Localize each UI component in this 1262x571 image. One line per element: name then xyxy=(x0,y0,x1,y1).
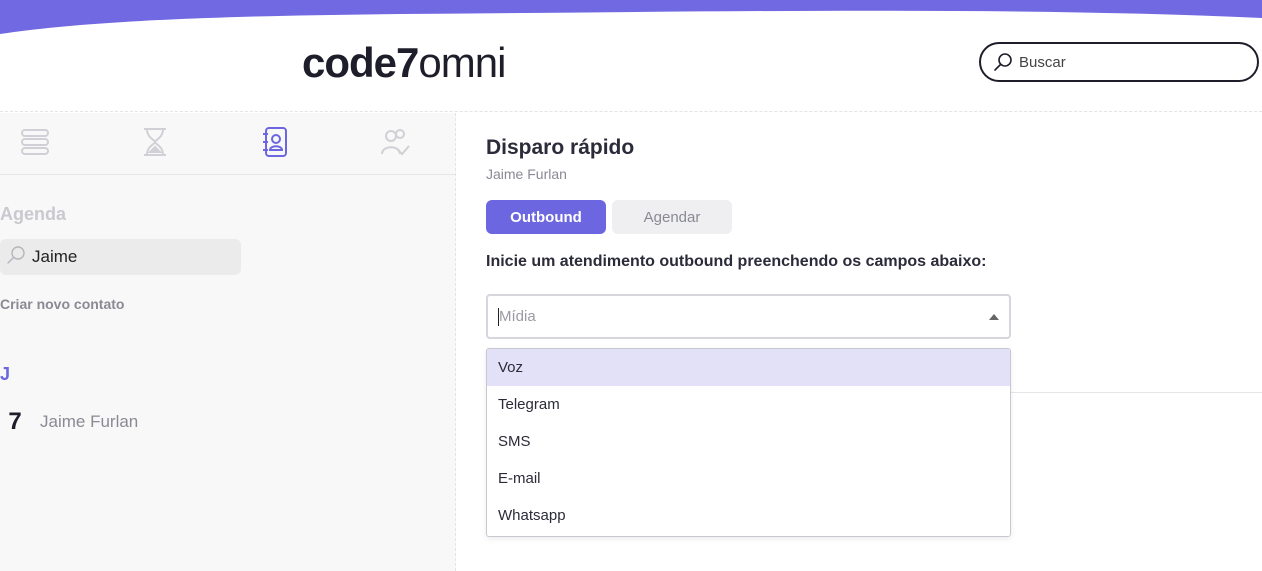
sidebar-title: Agenda xyxy=(0,204,67,224)
user-check-icon xyxy=(379,126,411,163)
tab-users[interactable] xyxy=(378,127,412,161)
address-book-icon xyxy=(260,126,290,163)
contact-search-input[interactable] xyxy=(32,247,232,267)
global-search[interactable] xyxy=(979,42,1259,82)
option-sms[interactable]: SMS xyxy=(487,423,1010,460)
contact-item[interactable]: 7 Jaime Furlan xyxy=(0,407,300,437)
media-select[interactable]: Mídia xyxy=(486,294,1011,339)
caret-up-icon[interactable] xyxy=(989,314,999,320)
instruction-text: Inicie um atendimento outbound preenchen… xyxy=(486,253,987,270)
group-letter: J xyxy=(0,364,11,384)
search-icon xyxy=(993,52,1013,72)
option-telegram[interactable]: Telegram xyxy=(487,386,1010,423)
logo: code7omni xyxy=(302,39,506,86)
contact-name: Jaime Furlan xyxy=(40,412,139,431)
option-whatsapp[interactable]: Whatsapp xyxy=(487,497,1010,534)
create-contact-link[interactable]: Criar novo contato xyxy=(0,296,124,312)
list-icon xyxy=(19,126,51,163)
page-title: Disparo rápido xyxy=(486,136,635,159)
option-email[interactable]: E-mail xyxy=(487,460,1010,497)
avatar: 7 xyxy=(8,408,22,435)
option-voz[interactable]: Voz xyxy=(487,349,1010,386)
divider xyxy=(1011,392,1262,393)
tab-outbound[interactable]: Outbound xyxy=(486,200,606,234)
search-icon xyxy=(6,245,26,270)
hourglass-icon xyxy=(140,126,170,163)
global-search-input[interactable] xyxy=(1019,53,1239,71)
tab-schedule[interactable]: Agendar xyxy=(612,200,732,234)
media-select-placeholder: Mídia xyxy=(499,308,536,325)
media-dropdown: Voz Telegram SMS E-mail Whatsapp xyxy=(486,348,1011,537)
sidebar-tabs xyxy=(0,113,455,175)
sidebar: Agenda Criar novo contato J 7 Jaime Furl… xyxy=(0,113,456,571)
page-subtitle: Jaime Furlan xyxy=(486,166,567,182)
tab-list[interactable] xyxy=(18,127,52,161)
contact-search[interactable] xyxy=(0,239,241,275)
tab-queue[interactable] xyxy=(138,127,172,161)
main-panel: Disparo rápido Jaime Furlan Outbound Age… xyxy=(457,113,1262,571)
tab-contacts[interactable] xyxy=(258,126,292,163)
app-header: code7omni xyxy=(0,0,1262,112)
